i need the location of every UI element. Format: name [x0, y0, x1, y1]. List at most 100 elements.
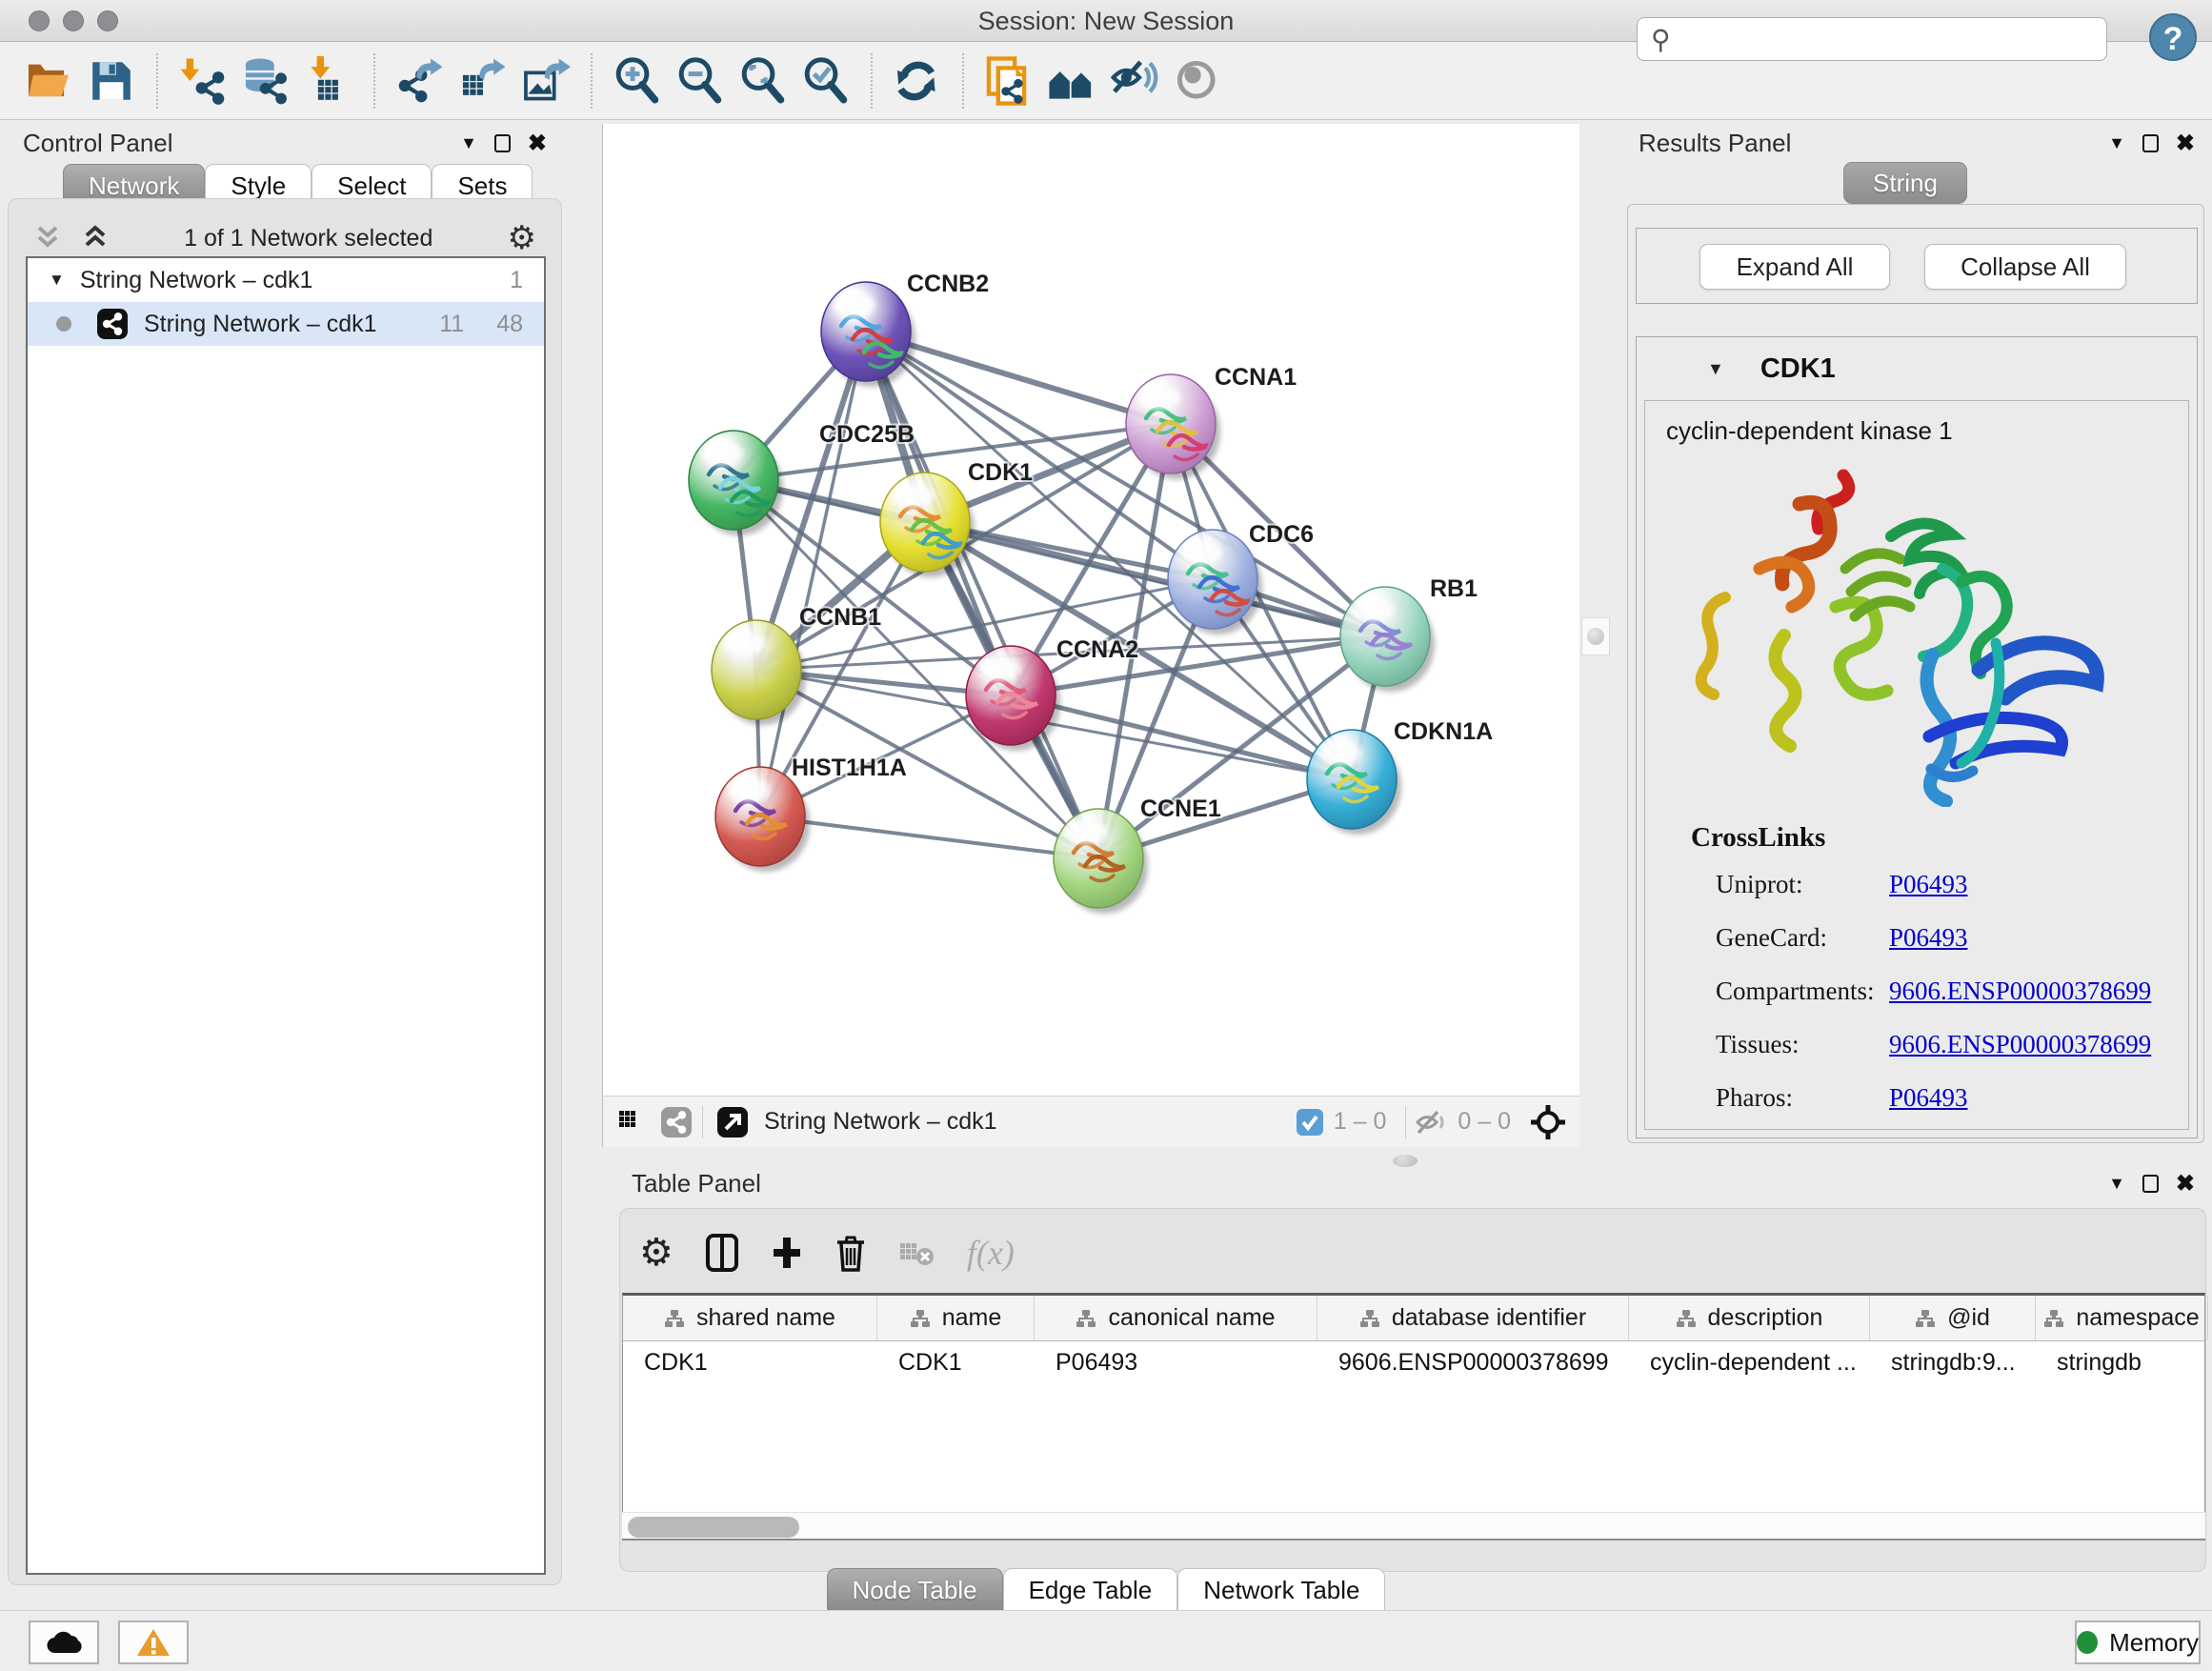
- memory-button[interactable]: Memory: [2075, 1621, 2201, 1664]
- delete-column-icon[interactable]: [835, 1234, 866, 1272]
- window-close-button[interactable]: [29, 10, 50, 31]
- crosslink-label: Compartments:: [1716, 976, 1889, 1006]
- results-panel-collapse-icon[interactable]: ▼: [2108, 133, 2125, 153]
- crosslink-value-link[interactable]: 9606.ENSP00000378699: [1889, 976, 2151, 1006]
- control-panel-collapse-icon[interactable]: ▼: [460, 133, 477, 153]
- network-node-cdc6[interactable]: [1168, 530, 1257, 629]
- help-button[interactable]: ?: [2149, 13, 2197, 61]
- network-row-selected[interactable]: String Network – cdk1 11 48: [28, 302, 544, 346]
- show-all-button[interactable]: [1166, 50, 1229, 112]
- save-session-button[interactable]: [80, 50, 143, 112]
- crosslink-value-link[interactable]: 9606.ENSP00000378699: [1889, 1030, 2151, 1059]
- network-node-cdk1[interactable]: [880, 473, 970, 572]
- hide-selected-button[interactable]: [1103, 50, 1166, 112]
- open-network-external-icon[interactable]: [716, 1106, 749, 1138]
- add-column-icon[interactable]: [771, 1234, 803, 1272]
- table-row[interactable]: CDK1CDK1P064939606.ENSP00000378699cyclin…: [623, 1341, 2204, 1385]
- results-panel-float-icon[interactable]: [2142, 134, 2159, 152]
- clone-network-button[interactable]: [977, 50, 1040, 112]
- expand-all-button[interactable]: Expand All: [1699, 244, 1890, 290]
- crosslink-value-link[interactable]: P06493: [1889, 870, 1968, 899]
- warning-button[interactable]: [118, 1621, 189, 1664]
- network-share-icon[interactable]: [660, 1106, 693, 1138]
- grid-view-icon[interactable]: [616, 1106, 649, 1138]
- window-zoom-button[interactable]: [97, 10, 118, 31]
- search-input[interactable]: [1680, 20, 2106, 58]
- table-panel-float-icon[interactable]: [2142, 1175, 2159, 1193]
- selected-checkbox-icon[interactable]: [1296, 1108, 1324, 1137]
- column-header-namespace[interactable]: namespace: [2036, 1296, 2208, 1340]
- column-header-description[interactable]: description: [1629, 1296, 1870, 1340]
- network-node-ccnb1[interactable]: [712, 620, 801, 719]
- delete-table-icon: [898, 1238, 935, 1268]
- collapse-all-button[interactable]: Collapse All: [1924, 244, 2126, 290]
- network-node-ccna2[interactable]: [966, 646, 1056, 745]
- network-node-hist1h1a[interactable]: [715, 767, 805, 866]
- node-table: shared namenamecanonical namedatabase id…: [622, 1293, 2205, 1539]
- gene-name: CDK1: [1760, 353, 1836, 385]
- column-header-name[interactable]: name: [877, 1296, 1035, 1340]
- show-all-icon: [1173, 56, 1222, 106]
- tab-network-table[interactable]: Network Table: [1177, 1568, 1385, 1612]
- import-table-button[interactable]: [297, 50, 360, 112]
- column-header-canonicalname[interactable]: canonical name: [1035, 1296, 1317, 1340]
- network-canvas[interactable]: CCNB2CCNA1CDC25BCDK1CDC6RB1CCNB1CCNA2CDK…: [602, 124, 1579, 1096]
- fit-selected-crosshair-icon[interactable]: [1530, 1104, 1566, 1140]
- vertical-splitter[interactable]: [1579, 124, 1621, 1147]
- tab-node-table[interactable]: Node Table: [827, 1568, 1003, 1612]
- export-network-button[interactable]: [389, 50, 452, 112]
- network-edge[interactable]: [760, 332, 866, 816]
- zoom-out-button[interactable]: [669, 50, 732, 112]
- tab-edge-table[interactable]: Edge Table: [1003, 1568, 1178, 1612]
- node-label-ccnb1: CCNB1: [799, 604, 881, 631]
- table-panel-collapse-icon[interactable]: ▼: [2108, 1174, 2125, 1194]
- expand-all-networks-icon[interactable]: [81, 222, 110, 255]
- entry-collapse-icon[interactable]: ▼: [1707, 359, 1724, 379]
- node-label-cdk1: CDK1: [968, 459, 1033, 486]
- export-table-button[interactable]: [452, 50, 514, 112]
- network-status-dot: [56, 316, 71, 332]
- crosslink-label: Pharos:: [1716, 1083, 1889, 1113]
- control-panel-float-icon[interactable]: [494, 134, 511, 152]
- import-network-button[interactable]: [171, 50, 234, 112]
- open-file-button[interactable]: [17, 50, 80, 112]
- network-node-cdkn1a[interactable]: [1307, 730, 1397, 829]
- collapse-all-networks-icon[interactable]: [33, 222, 62, 255]
- export-image-button[interactable]: [514, 50, 577, 112]
- network-node-ccnb2[interactable]: [821, 282, 911, 381]
- import-database-button[interactable]: [234, 50, 297, 112]
- show-columns-icon[interactable]: [706, 1234, 738, 1272]
- window-minimize-button[interactable]: [63, 10, 84, 31]
- table-panel-header: Table Panel ▼ ✖: [614, 1164, 2212, 1202]
- crosslink-value-link[interactable]: P06493: [1889, 923, 1968, 953]
- table-settings-gear-icon[interactable]: ⚙: [639, 1231, 674, 1275]
- zoom-in-button[interactable]: [606, 50, 669, 112]
- results-panel-title: Results Panel: [1639, 129, 2108, 158]
- network-node-ccne1[interactable]: [1054, 809, 1143, 908]
- network-node-ccna1[interactable]: [1126, 374, 1216, 473]
- control-panel-close-icon[interactable]: ✖: [528, 130, 547, 157]
- table-panel-close-icon[interactable]: ✖: [2176, 1170, 2195, 1198]
- scrollbar-thumb[interactable]: [628, 1517, 799, 1538]
- cloud-status-button[interactable]: [29, 1621, 99, 1664]
- column-header-sharedname[interactable]: shared name: [623, 1296, 877, 1340]
- network-edge[interactable]: [760, 816, 1098, 858]
- network-options-gear-icon[interactable]: ⚙: [508, 219, 536, 257]
- network-node-rb1[interactable]: [1340, 587, 1430, 686]
- group-nodes-button[interactable]: [1040, 50, 1103, 112]
- tree-expand-icon[interactable]: ▼: [49, 271, 65, 290]
- search-box[interactable]: ⚲: [1637, 17, 2107, 61]
- zoom-fit-button[interactable]: [732, 50, 794, 112]
- cdk1-entry-header[interactable]: ▼ CDK1: [1637, 337, 2197, 400]
- zoom-selected-button[interactable]: [794, 50, 857, 112]
- column-header-id[interactable]: @id: [1870, 1296, 2036, 1340]
- results-panel-close-icon[interactable]: ✖: [2176, 130, 2195, 157]
- network-node-cdc25b[interactable]: [689, 431, 778, 530]
- network-collection-row[interactable]: ▼ String Network – cdk1 1: [28, 258, 544, 302]
- refresh-layout-button[interactable]: [886, 50, 949, 112]
- results-panel-string-tab[interactable]: String: [1843, 162, 1967, 204]
- column-header-databaseidentifier[interactable]: database identifier: [1317, 1296, 1629, 1340]
- zoom-selected-icon: [801, 56, 851, 106]
- crosslink-value-link[interactable]: P06493: [1889, 1083, 1968, 1113]
- table-horizontal-scrollbar[interactable]: [622, 1512, 2205, 1540]
